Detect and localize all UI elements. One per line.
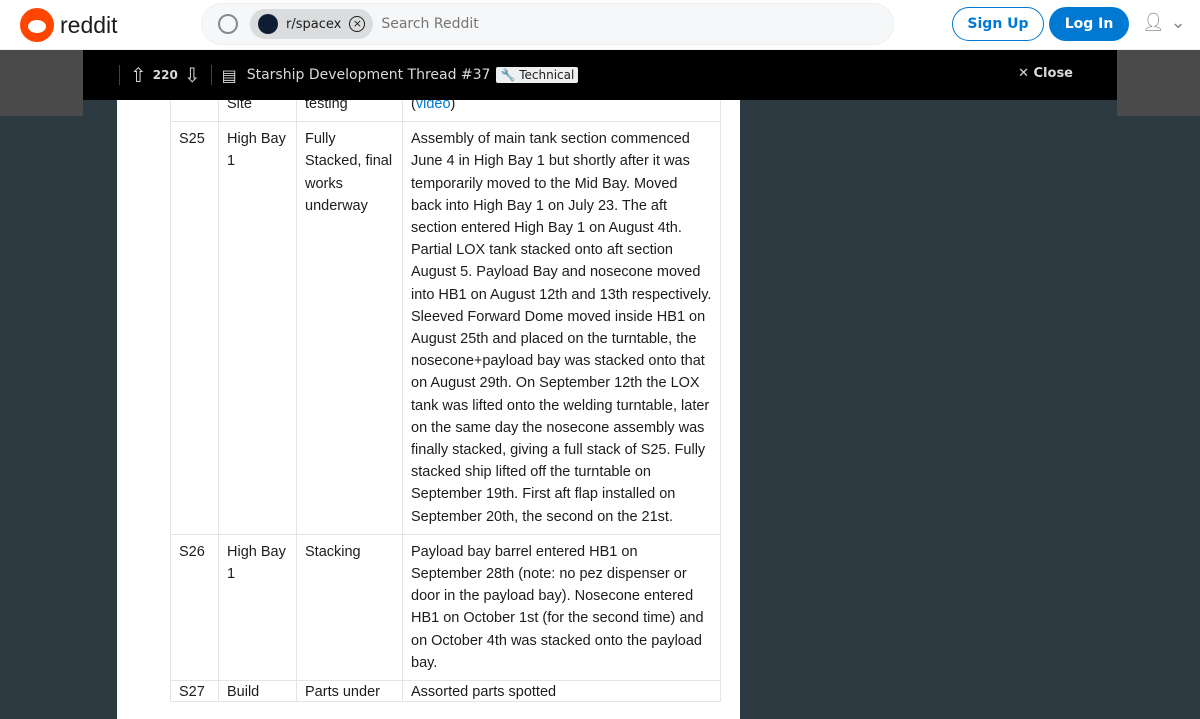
flair-badge: 🔧 Technical	[496, 67, 579, 83]
post-title: Starship Development Thread #37	[246, 67, 491, 83]
search-icon	[218, 14, 238, 34]
top-header: reddit r/spacex × Sign Up Log In 👤︎ ⌄	[0, 0, 1200, 50]
divider	[210, 65, 212, 85]
cell: Stacking	[296, 533, 403, 682]
post-icon: ▤	[221, 65, 237, 85]
backdrop-right	[1117, 50, 1200, 116]
log-in-button[interactable]: Log In	[1049, 7, 1129, 41]
table-row: S26 High Bay 1 Stacking Payload bay barrel …	[170, 533, 721, 682]
vote-count: 220	[152, 68, 178, 82]
upvote-icon[interactable]: ⇧	[130, 63, 147, 87]
cell: Fully Stacked, final works underway	[296, 121, 403, 535]
close-label: Close	[1033, 66, 1073, 81]
subreddit-chip[interactable]: r/spacex ×	[250, 9, 374, 39]
close-button[interactable]: ✕ Close	[1018, 66, 1073, 81]
cell: S27	[170, 680, 219, 703]
close-icon: ✕	[1018, 66, 1034, 81]
subreddit-chip-label: r/spacex	[286, 16, 342, 32]
cell: Payload bay barrel entered HB1 on Septem…	[402, 533, 721, 682]
status-table: Site testing (video) S25 High Bay 1 Fully St…	[170, 85, 721, 703]
cell: High Bay 1	[218, 121, 297, 535]
logo-text: reddit	[60, 11, 118, 38]
sign-up-button[interactable]: Sign Up	[952, 7, 1044, 41]
cell: Parts under	[296, 680, 403, 703]
post-content: Site testing (video) S25 High Bay 1 Fully St…	[117, 85, 740, 719]
user-menu-icon[interactable]: 👤︎ ⌄	[1142, 12, 1186, 33]
table-row: S27 Build Parts under Assorted parts spotte…	[170, 680, 721, 703]
downvote-icon[interactable]: ⇩	[184, 63, 201, 87]
cell: S25	[170, 121, 219, 535]
post-bar: ⇧ 220 ⇩ ▤ Starship Development Thread #3…	[83, 50, 1117, 100]
cell: Assorted parts spotted	[402, 680, 721, 703]
backdrop-left	[0, 50, 83, 116]
divider	[119, 65, 120, 85]
table-row: S25 High Bay 1 Fully Stacked, final works …	[170, 121, 721, 535]
search-bar[interactable]: r/spacex ×	[201, 3, 894, 45]
close-icon[interactable]: ×	[349, 16, 366, 32]
cell: Build	[218, 680, 297, 703]
subreddit-avatar-icon	[258, 14, 278, 34]
cell: S26	[170, 533, 219, 682]
reddit-snoo-icon	[20, 8, 54, 42]
search-input[interactable]	[381, 16, 782, 32]
cell: Assembly of main tank section commenced …	[402, 121, 721, 535]
reddit-logo[interactable]: reddit	[20, 8, 118, 42]
cell: High Bay 1	[218, 533, 297, 682]
